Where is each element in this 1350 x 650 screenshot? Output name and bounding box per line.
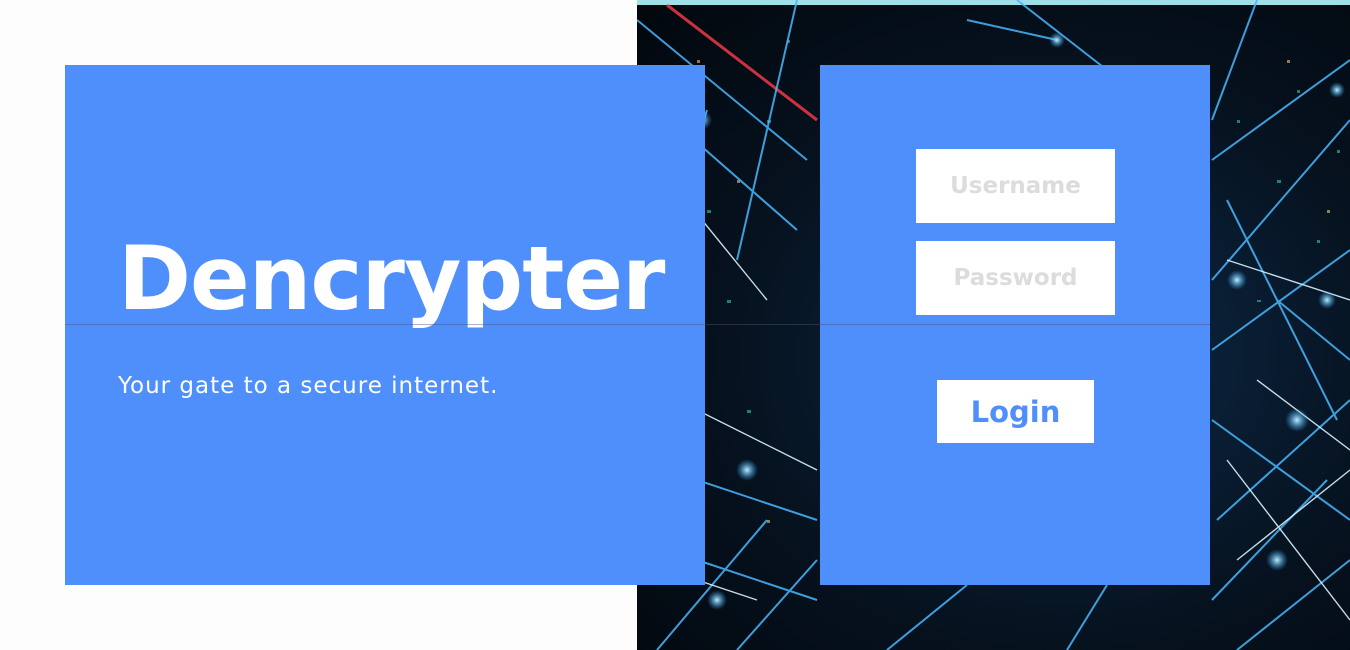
page: Dencrypter Your gate to a secure interne…	[0, 0, 1350, 650]
horizontal-divider-line	[65, 324, 1210, 325]
login-panel: Login	[820, 65, 1210, 585]
login-button[interactable]: Login	[937, 380, 1094, 443]
brand-panel: Dencrypter Your gate to a secure interne…	[65, 65, 705, 585]
brand-tagline: Your gate to a secure internet.	[118, 373, 499, 399]
password-input[interactable]	[916, 241, 1115, 315]
brand-title: Dencrypter	[118, 227, 665, 330]
username-input[interactable]	[916, 149, 1115, 223]
